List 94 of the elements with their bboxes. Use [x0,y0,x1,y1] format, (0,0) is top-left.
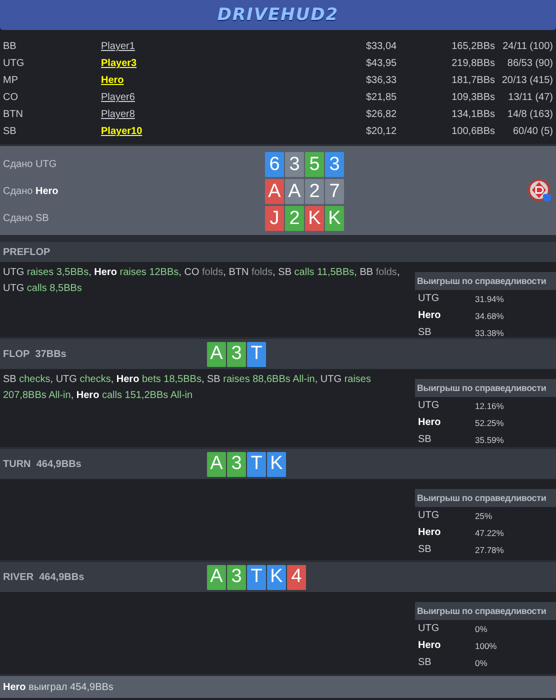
equity-player: SB [418,544,432,555]
playing-card: 7 [325,179,344,204]
playing-card: 3 [227,564,246,590]
equity-value: 0% [475,658,488,668]
street-title: PREFLOP [3,246,52,258]
equity-player: UTG [418,400,440,411]
dealt-label: Сдано UTG [3,159,58,170]
equity-value: 27.78% [475,544,505,554]
equity-value: 33.38% [475,328,505,338]
equity-value: 31.94% [475,294,505,304]
playing-card: 4 [287,564,306,590]
player-stats: 14/8 (163) [506,109,553,120]
position: CO [3,92,19,103]
player-link[interactable]: Player6 [101,92,135,103]
equity-player: Hero [418,640,442,651]
playing-card: A [207,342,226,366]
equity-player: Hero [418,527,442,538]
equity-title: Выигрыш по справедливости [415,602,556,620]
playing-card: K [325,206,344,231]
playing-card: 3 [285,152,304,177]
playing-card: 2 [285,206,304,231]
player-link[interactable]: Player8 [101,109,135,120]
player-link[interactable]: Player10 [101,126,142,137]
stack: $33,04 [366,41,398,52]
equity-title: Выигрыш по справедливости [415,272,556,290]
playing-card: 5 [305,152,324,177]
stack-bbs: 165,2BBs [450,41,495,52]
playing-card: T [247,342,266,366]
stack-bbs: 181,7BBs [450,75,495,86]
position: UTG [3,58,26,69]
position: MP [3,75,19,86]
equity-value: 25% [475,510,494,520]
equity-player: UTG [418,293,440,304]
equity-value: 52.25% [475,418,505,428]
player-link[interactable]: Player3 [101,58,137,69]
action-log: SB checks, UTG checks, Hero bets 18,5BBs, SB raises 88,6BBs All-in, UTG raises 207,8BBs All-in, Hero calls 151,2BBs All-in [2,373,372,403]
position: BTN [3,109,24,120]
playing-card: A [207,452,226,476]
equity-player: SB [418,657,432,668]
equity-player: SB [418,327,432,338]
logo: DRIVEHUD2 [217,5,339,25]
playing-card: K [267,452,286,476]
equity-player: UTG [418,510,440,521]
stack-bbs: 134,1BBs [450,109,495,120]
player-stats: 86/53 (90) [506,58,553,69]
equity-player: UTG [418,623,440,634]
player-stats: 60/40 (5) [512,126,553,137]
playing-card: J [265,206,284,231]
player-stats: 20/13 (415) [500,75,553,86]
equity-player: Hero [418,417,442,428]
playing-card: K [267,564,286,590]
equity-value: 35.59% [475,434,505,444]
position: SB [3,126,18,137]
player-stats: 24/11 (100) [502,41,553,52]
playing-card: A [265,179,284,204]
dealt-label: Сдано Hero [3,186,60,197]
playing-card: T [247,452,266,476]
equity-value: 0% [475,624,488,634]
stack-bbs: 100,6BBs [450,126,495,137]
equity-value: 100% [475,640,498,650]
position: BB [3,41,18,52]
playing-card: 3 [325,152,344,177]
player-stats: 13/11 (47) [507,92,553,103]
street-title: RIVER 464,9BBs [3,572,86,582]
equity-player: Hero [418,310,442,321]
player-link[interactable]: Player1 [101,41,135,52]
stack: $26,82 [366,109,398,120]
playing-card: 6 [265,152,284,177]
street-title: TURN 464,9BBs [3,458,82,470]
stack: $43,95 [366,58,398,69]
player-link[interactable]: Hero [101,75,124,86]
playing-card: 3 [227,452,246,476]
equity-value: 12.16% [475,400,505,410]
playing-card: 2 [305,179,324,204]
equity-value: 34.68% [475,310,505,320]
equity-player: SB [418,434,432,445]
playing-card: T [247,564,266,590]
stack-bbs: 109,3BBs [450,92,495,103]
result-text: Hero выиграл 454,9BBs [3,682,114,692]
stack-bbs: 219,8BBs [450,58,495,69]
playing-card: 3 [227,342,246,366]
stack: $21,85 [366,92,398,103]
dealt-label: Сдано SB [3,213,50,224]
playing-card: K [305,206,324,231]
stack: $20,12 [366,126,398,137]
action-log: UTG raises 3,5BBs, Hero raises 12BBs, CO folds, BTN folds, SB calls 11,5BBs, BB folds, UTG calls 8,5BBs [2,266,401,296]
equity-title: Выигрыш по справедливости [415,379,556,397]
playing-card: A [285,179,304,204]
equity-value: 47.22% [475,528,505,538]
logo-icon[interactable] [528,179,552,203]
equity-title: Выигрыш по справедливости [415,489,556,507]
stack: $36,33 [366,75,398,86]
street-title: FLOP 37BBs [3,348,68,360]
playing-card: A [207,564,226,590]
